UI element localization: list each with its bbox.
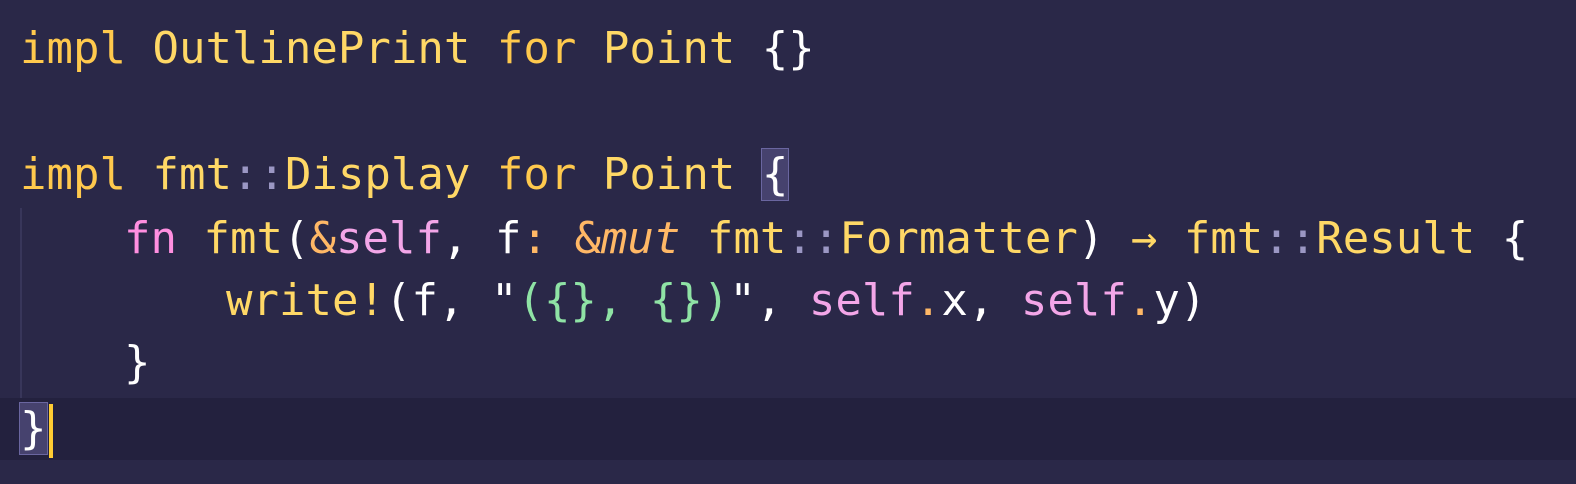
keyword-for: for [496,149,577,200]
path-segment: fmt [706,213,787,264]
path-separator: :: [786,213,840,264]
dot: . [914,275,942,326]
self-ref: self [808,275,915,326]
comma: , [441,213,469,264]
path-separator: :: [1263,213,1317,264]
code-editor[interactable]: impl OutlinePrint for Point {} impl fmt:… [0,0,1576,484]
keyword-fn: fn [124,213,177,264]
comma: , [755,275,783,326]
dot: . [1126,275,1154,326]
comma: , [967,275,995,326]
ampersand: & [574,213,601,264]
self-param: self [335,213,442,264]
string-quote: " [490,275,518,326]
comma: , [437,275,465,326]
paren: ( [282,213,310,264]
matched-close-brace: } [19,402,48,455]
path-separator: :: [231,149,285,200]
format-string: ({}, {}) [517,275,730,326]
code-line-5[interactable]: write!(f, "({}, {})", self.x, self.y) [226,270,1206,332]
trait-name: Display [284,149,471,200]
string-quote: " [729,275,756,326]
type-name: Result [1316,213,1476,264]
field-name: y [1153,275,1180,326]
keyword-impl: impl [20,23,126,74]
type-name: Formatter [839,213,1078,264]
path-segment: fmt [1183,213,1264,264]
code-line-7[interactable]: } [19,398,53,460]
return-arrow: → [1130,213,1158,264]
empty-body: {} [761,23,815,74]
self-ref: self [1020,275,1127,326]
macro-name: write! [226,275,385,326]
matched-open-brace: { [760,148,790,201]
arg-name: f [411,275,438,326]
text-cursor [48,404,53,458]
paren: ) [1077,213,1105,264]
path-segment: fmt [152,149,232,200]
field-name: x [941,275,968,326]
type-name: Point [602,23,736,74]
indent-guide [20,208,22,398]
code-line-1[interactable]: impl OutlinePrint for Point {} [20,18,815,80]
code-line-6[interactable]: } [124,332,151,394]
function-name: fmt [203,213,283,264]
ampersand: & [309,213,336,264]
keyword-impl: impl [20,149,126,200]
current-line-highlight [0,398,1576,460]
type-name: Point [602,149,736,200]
keyword-mut: mut [600,213,681,264]
trait-name: OutlinePrint [152,23,471,74]
keyword-for: for [496,23,577,74]
open-brace: { [1501,213,1529,264]
paren: ) [1179,275,1207,326]
close-brace: } [124,337,151,388]
paren: ( [384,275,412,326]
code-line-4[interactable]: fn fmt(&self, f: &mut fmt::Formatter) → … [124,208,1528,270]
colon: : [521,213,548,264]
code-line-3[interactable]: impl fmt::Display for Point { [20,144,790,206]
param-name: f [494,213,522,264]
